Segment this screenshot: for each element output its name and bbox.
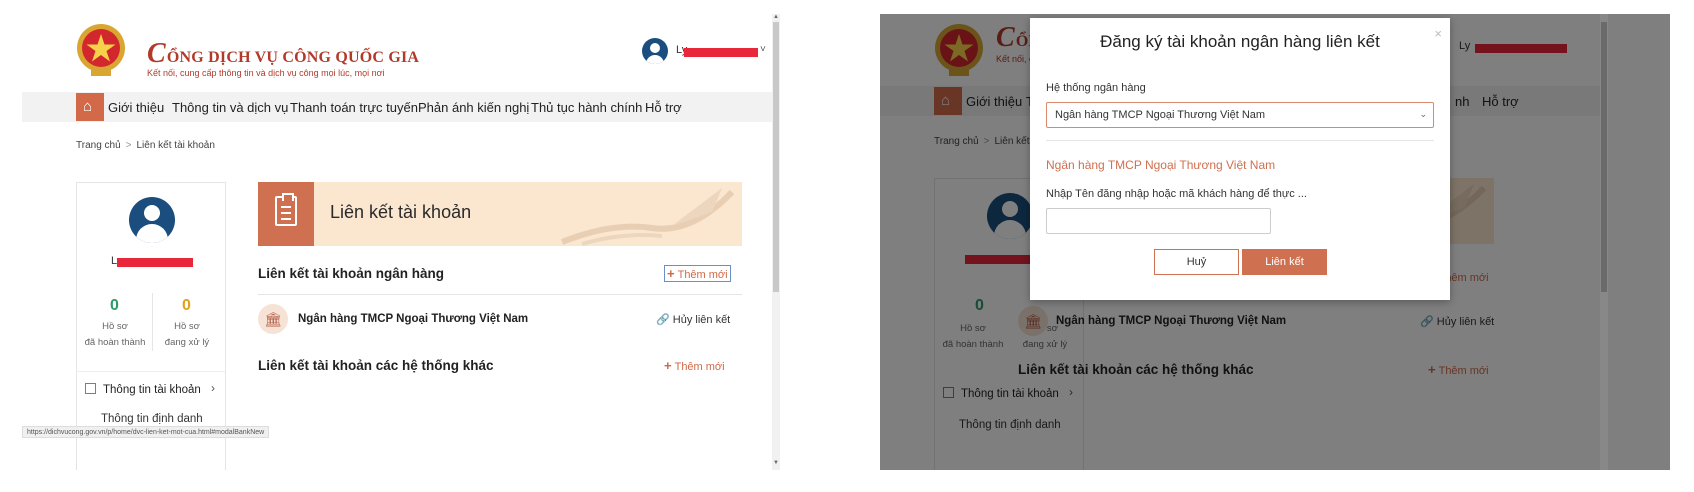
bank-system-selected: Ngân hàng TMCP Ngoại Thương Việt Nam bbox=[1055, 109, 1266, 121]
modal-divider bbox=[1046, 140, 1434, 141]
plus-icon: + bbox=[667, 266, 675, 281]
selected-bank-heading: Ngân hàng TMCP Ngoại Thương Việt Nam bbox=[1046, 158, 1276, 172]
main-nav: ⌂ Giới thiệu Thông tin và dịch vụ Thanh … bbox=[22, 92, 772, 122]
bank-system-label: Hệ thống ngân hàng bbox=[1046, 82, 1146, 94]
national-emblem-icon[interactable] bbox=[76, 20, 126, 80]
page-title: Liên kết tài khoản bbox=[330, 202, 472, 222]
breadcrumb: Trang chủ > Liên kết tài khoản bbox=[76, 140, 215, 151]
browser-right-panel: CỔN Kết nối, cu Ly ⌂ Giới thiệu T nh Hỗ … bbox=[880, 14, 1670, 470]
close-icon[interactable]: × bbox=[1434, 26, 1442, 41]
unlink-label: Hủy liên kết bbox=[672, 314, 731, 326]
scroll-down-icon[interactable]: ▼ bbox=[773, 460, 779, 466]
menu-identity-info[interactable]: Thông tin định danh bbox=[101, 413, 203, 425]
nav-item-thu-tuc[interactable]: Thủ tục hành chính bbox=[531, 100, 642, 115]
user-avatar-icon bbox=[642, 38, 668, 64]
stat-processing-label-2: đang xử lý bbox=[164, 337, 210, 348]
stat-processing-label-1: Hồ sơ bbox=[174, 321, 200, 332]
redaction-bar bbox=[117, 258, 193, 267]
home-icon: ⌂ bbox=[83, 98, 93, 115]
page-banner: Liên kết tài khoản bbox=[258, 182, 742, 246]
cancel-button[interactable]: Huỷ bbox=[1154, 249, 1239, 275]
clipboard-icon bbox=[258, 182, 314, 246]
bank-system-select[interactable]: Ngân hàng TMCP Ngoại Thương Việt Nam ⌄ bbox=[1046, 102, 1434, 128]
profile-avatar-icon bbox=[129, 197, 175, 243]
other-systems-section-title: Liên kết tài khoản các hệ thống khác bbox=[258, 358, 494, 373]
stat-completed-label-2: đã hoàn thành bbox=[84, 337, 146, 348]
status-bar-url: https://dichvucong.gov.vn/p/home/dvc-lie… bbox=[22, 426, 270, 438]
vertical-scrollbar[interactable] bbox=[1600, 14, 1608, 470]
browser-left-panel: CỔNG DỊCH VỤ CÔNG QUỐC GIA Kết nối, cung… bbox=[22, 14, 840, 470]
nav-item-thanh-toan[interactable]: Thanh toán trực tuyến bbox=[290, 100, 418, 115]
add-bank-button[interactable]: +Thêm mới bbox=[664, 265, 731, 282]
site-title-initial: C bbox=[147, 38, 166, 69]
chevron-down-icon: ˅ bbox=[760, 44, 766, 55]
home-button[interactable]: ⌂ bbox=[76, 93, 104, 121]
scrollbar-thumb[interactable] bbox=[1601, 22, 1607, 292]
login-field-label: Nhập Tên đăng nhập hoặc mã khách hàng để… bbox=[1046, 188, 1307, 200]
scroll-up-icon[interactable]: ▲ bbox=[773, 14, 779, 20]
breadcrumb-separator: > bbox=[125, 140, 132, 151]
vertical-scrollbar[interactable]: ▲ ▼ bbox=[772, 14, 780, 470]
breadcrumb-home[interactable]: Trang chủ bbox=[76, 140, 121, 151]
nav-item-ho-tro[interactable]: Hỗ trợ bbox=[645, 100, 682, 115]
chevron-down-icon: ⌄ bbox=[1419, 109, 1427, 119]
linked-bank-name: Ngân hàng TMCP Ngoại Thương Việt Nam bbox=[298, 313, 529, 325]
nav-item-phan-anh[interactable]: Phản ánh kiến nghị bbox=[418, 100, 529, 115]
add-bank-label: Thêm mới bbox=[677, 269, 728, 281]
card-divider bbox=[77, 371, 225, 372]
register-bank-modal: Đăng ký tài khoản ngân hàng liên kết × H… bbox=[1030, 18, 1450, 300]
bird-drum-pattern-icon bbox=[560, 188, 735, 246]
redaction-bar bbox=[684, 48, 758, 57]
stat-completed-label-1: Hồ sơ bbox=[102, 321, 128, 332]
plus-icon: + bbox=[664, 358, 672, 373]
stat-completed-count: 0 bbox=[110, 297, 119, 314]
modal-title: Đăng ký tài khoản ngân hàng liên kết bbox=[1100, 32, 1380, 51]
add-other-label: Thêm mới bbox=[674, 361, 725, 373]
nav-item-gioi-thieu[interactable]: Giới thiệu bbox=[108, 100, 164, 115]
nav-item-thong-tin-dich-vu[interactable]: Thông tin và dịch vụ bbox=[172, 100, 288, 115]
link-button[interactable]: Liên kết bbox=[1242, 249, 1327, 275]
site-title-rest: ỔNG DỊCH VỤ CÔNG QUỐC GIA bbox=[166, 49, 420, 66]
menu-account-info-label: Thông tin tài khoản bbox=[103, 384, 201, 396]
bank-section-title: Liên kết tài khoản ngân hàng bbox=[258, 266, 445, 281]
account-card-icon bbox=[85, 383, 96, 394]
site-subtitle: Kết nối, cung cấp thông tin và dịch vụ c… bbox=[147, 68, 385, 78]
add-other-system-button[interactable]: +Thêm mới bbox=[664, 358, 725, 373]
scrollbar-thumb[interactable] bbox=[773, 22, 779, 292]
breadcrumb-current: Liên kết tài khoản bbox=[136, 140, 215, 151]
unlink-button[interactable]: 🔗 Hủy liên kết bbox=[656, 313, 730, 326]
section-divider bbox=[258, 294, 742, 295]
chevron-right-icon: › bbox=[211, 381, 215, 395]
stat-processing-count: 0 bbox=[182, 297, 191, 314]
site-header: CỔNG DỊCH VỤ CÔNG QUỐC GIA Kết nối, cung… bbox=[22, 14, 840, 88]
menu-account-info[interactable]: Thông tin tài khoản bbox=[85, 383, 201, 396]
site-title[interactable]: CỔNG DỊCH VỤ CÔNG QUỐC GIA bbox=[147, 38, 419, 70]
link-icon: 🔗 bbox=[656, 314, 670, 326]
login-input[interactable] bbox=[1046, 208, 1271, 234]
bank-icon: 🏛 bbox=[258, 304, 288, 334]
